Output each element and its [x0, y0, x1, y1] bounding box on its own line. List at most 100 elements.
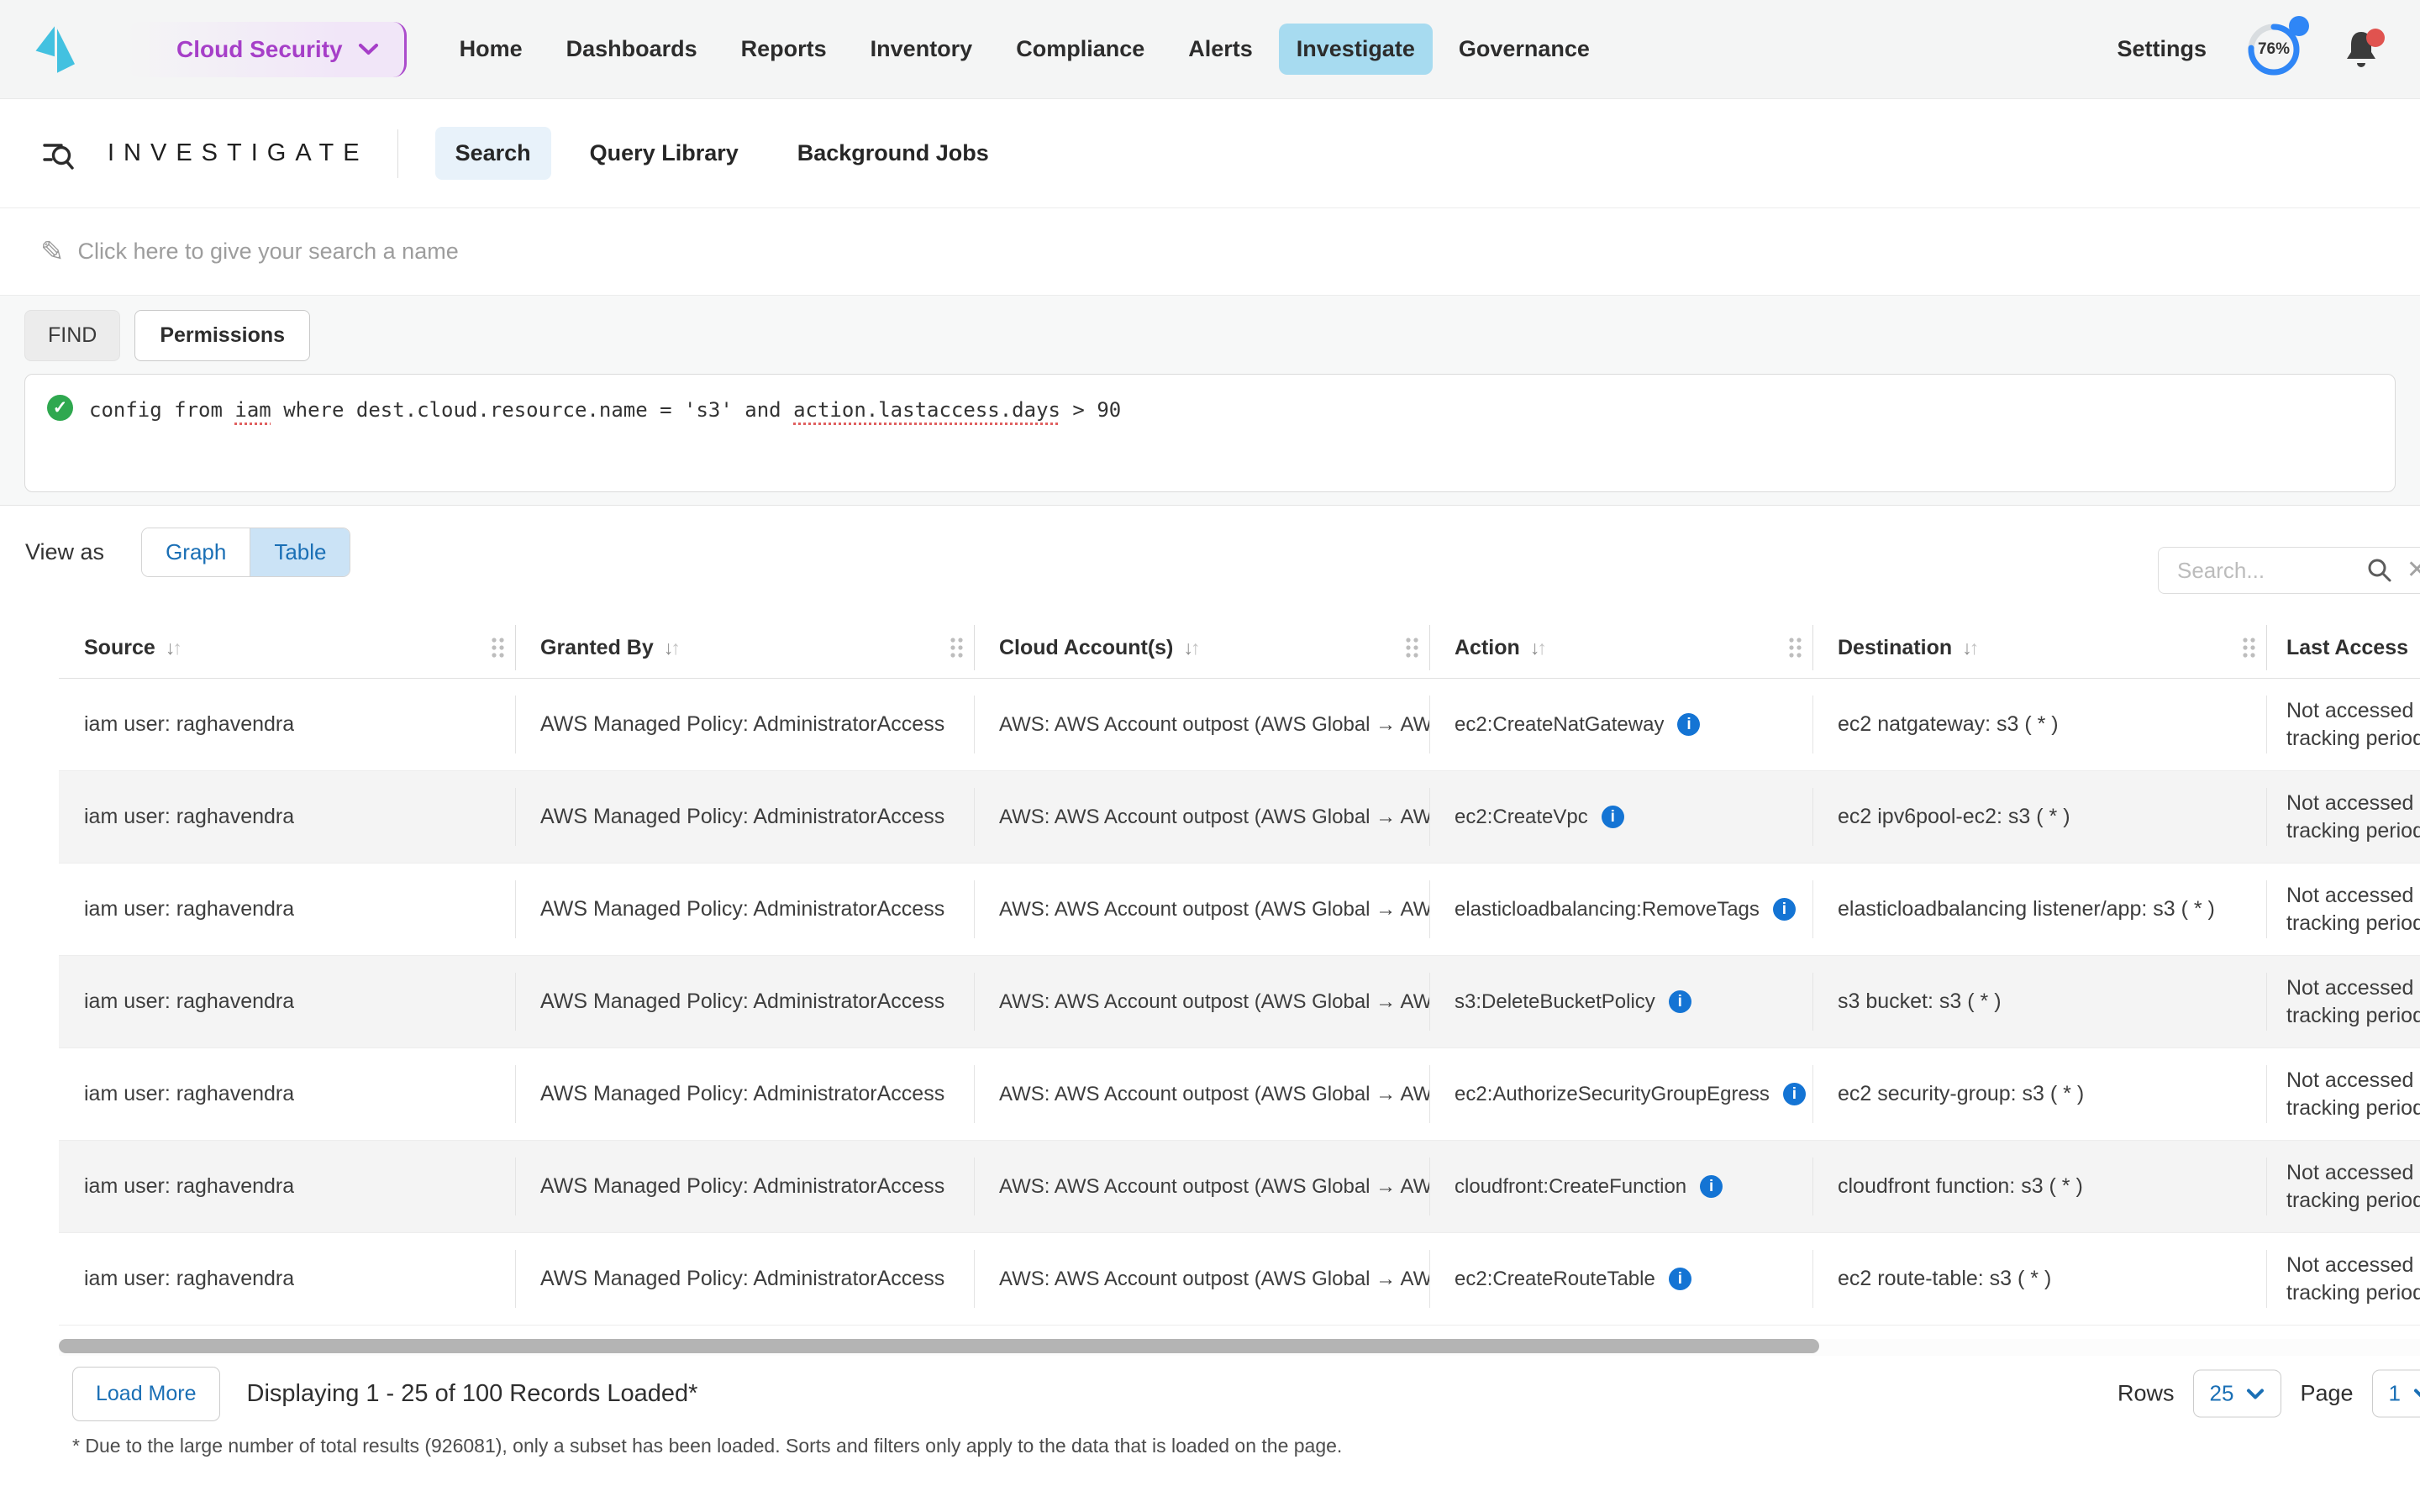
cell-text: s3:DeleteBucketPolicy — [1455, 990, 1655, 1014]
sort-icon[interactable]: ↓↑ — [664, 637, 678, 659]
nav-item-inventory[interactable]: Inventory — [853, 24, 991, 75]
app-switcher[interactable]: Cloud Security — [126, 22, 407, 77]
search-icon[interactable] — [2366, 557, 2393, 584]
sort-icon[interactable]: ↓↑ — [1962, 637, 1976, 659]
sort-icon[interactable]: ↓↑ — [1530, 637, 1544, 659]
module-bar: INVESTIGATE Search Query Library Backgroun… — [0, 99, 2420, 208]
rows-per-page-select[interactable]: 25 — [2193, 1370, 2282, 1418]
cell-granted-by: AWS Managed Policy: AdministratorAccess — [515, 679, 974, 770]
notifications-button[interactable] — [2343, 29, 2381, 71]
sort-down-arrow: ↓ — [664, 637, 671, 659]
cell-text: AWS: AWS Account outpost (AWS Global → A… — [999, 1083, 1429, 1106]
permissions-chip[interactable]: Permissions — [134, 310, 310, 361]
tab-background-jobs[interactable]: Background Jobs — [777, 127, 1009, 180]
chevron-down-icon — [2246, 1388, 2265, 1399]
top-nav: HomeDashboardsReportsInventoryCompliance… — [442, 24, 1607, 75]
cell-text: AWS Managed Policy: AdministratorAccess — [540, 897, 944, 921]
view-toggle-graph[interactable]: Graph — [142, 528, 250, 576]
column-header-destination[interactable]: Destination ↓↑ — [1812, 617, 2266, 678]
info-icon[interactable]: i — [1602, 806, 1624, 828]
table-row[interactable]: iam user: raghavendraAWS Managed Policy:… — [59, 1141, 2420, 1233]
info-icon[interactable]: i — [1700, 1175, 1723, 1198]
clear-search-icon[interactable]: ✕ — [2407, 558, 2420, 583]
page-label: Page — [2300, 1381, 2353, 1407]
cell-text: AWS: AWS Account outpost (AWS Global → A… — [999, 1175, 1429, 1199]
nav-item-home[interactable]: Home — [442, 24, 540, 75]
column-label: Destination — [1838, 636, 1952, 660]
table-search-input[interactable] — [2164, 558, 2353, 584]
nav-item-reports[interactable]: Reports — [723, 24, 844, 75]
column-header-cloud-account-s[interactable]: Cloud Account(s)↓↑ — [974, 617, 1429, 678]
cell-text: Not accessed in the tracking period — [2286, 1159, 2420, 1215]
sort-icon[interactable]: ↓↑ — [166, 637, 180, 659]
table-row[interactable]: iam user: raghavendra AWS Managed Policy:… — [59, 771, 2420, 864]
cell-action: s3:DeleteBucketPolicy i — [1429, 956, 1812, 1047]
results-section: View as GraphTable ✕ Source↓↑ Granted By… — [0, 506, 2420, 1512]
table-row[interactable]: iam user: raghavendraAWS Managed Policy:… — [59, 1048, 2420, 1141]
cell-text: Not accessed in the tracking period — [2286, 697, 2420, 753]
column-header-granted-by[interactable]: Granted By↓↑ — [515, 617, 974, 678]
nav-item-compliance[interactable]: Compliance — [998, 24, 1162, 75]
cell-action: ec2:CreateVpc i — [1429, 771, 1812, 863]
module-title: INVESTIGATE — [108, 139, 369, 167]
usage-ring[interactable]: 76% — [2245, 21, 2302, 78]
info-icon[interactable]: i — [1783, 1083, 1806, 1105]
column-drag-handle-icon[interactable] — [1403, 636, 1421, 660]
column-drag-handle-icon[interactable] — [489, 636, 507, 660]
cell-destination: ec2 natgateway: s3 ( * ) — [1812, 679, 2266, 770]
cell-text: AWS: AWS Account outpost (AWS Global → A… — [999, 713, 1429, 737]
cell-text: AWS Managed Policy: AdministratorAccess — [540, 1174, 944, 1199]
cell-text: ec2:CreateVpc — [1455, 806, 1588, 829]
load-more-button[interactable]: Load More — [72, 1367, 220, 1421]
find-label-chip: FIND — [24, 310, 120, 361]
info-icon[interactable]: i — [1669, 1268, 1691, 1290]
search-name-field[interactable]: ✎ Click here to give your search a name — [0, 208, 2420, 296]
query-text: config from iam where dest.cloud.resourc… — [89, 396, 1121, 424]
nav-item-alerts[interactable]: Alerts — [1171, 24, 1270, 75]
search-name-placeholder: Click here to give your search a name — [78, 239, 459, 265]
view-toggle: GraphTable — [141, 528, 350, 577]
table-row[interactable]: iam user: raghavendraAWS Managed Policy:… — [59, 679, 2420, 771]
cell-source: iam user: raghavendra — [59, 679, 515, 770]
horizontal-scrollbar-thumb[interactable] — [59, 1339, 1819, 1353]
info-icon[interactable]: i — [1677, 713, 1700, 736]
column-drag-handle-icon[interactable] — [948, 636, 965, 660]
horizontal-scrollbar — [59, 1339, 2420, 1356]
cell-cloud-accounts: AWS: AWS Account outpost (AWS Global → A… — [974, 1048, 1429, 1140]
cell-cloud-accounts: AWS: AWS Account outpost (AWS Global → A… — [974, 864, 1429, 955]
info-icon[interactable]: i — [1669, 990, 1691, 1013]
table-row[interactable]: iam user: raghavendraAWS Managed Policy:… — [59, 956, 2420, 1048]
settings-button[interactable]: Settings — [2117, 36, 2207, 62]
cell-action: elasticloadbalancing:RemoveTagsi — [1429, 864, 1812, 955]
nav-item-investigate[interactable]: Investigate — [1279, 24, 1433, 75]
table-footer: Load More Displaying 1 - 25 of 100 Recor… — [0, 1366, 2420, 1421]
column-header-source[interactable]: Source↓↑ — [59, 617, 515, 678]
sort-icon[interactable]: ↓↑ — [1183, 637, 1197, 659]
tab-query-library[interactable]: Query Library — [570, 127, 759, 180]
column-drag-handle-icon[interactable] — [2240, 636, 2258, 660]
table-body: iam user: raghavendraAWS Managed Policy:… — [59, 679, 2420, 1326]
cell-last-access: Not accessed in the tracking period — [2266, 679, 2420, 770]
rows-per-page-value: 25 — [2210, 1381, 2234, 1407]
query-editor[interactable]: ✓ config from iam where dest.cloud.resou… — [24, 374, 2396, 492]
view-toggle-table[interactable]: Table — [250, 528, 350, 576]
column-drag-handle-icon[interactable] — [1786, 636, 1804, 660]
cell-text: AWS Managed Policy: AdministratorAccess — [540, 990, 944, 1014]
edit-pencil-icon: ✎ — [40, 238, 65, 266]
query-segment: action.lastaccess.days — [793, 398, 1060, 422]
cell-last-access: Not accessed in the tracking period — [2266, 956, 2420, 1047]
nav-item-governance[interactable]: Governance — [1441, 24, 1607, 75]
nav-item-dashboards[interactable]: Dashboards — [549, 24, 715, 75]
cell-text: AWS: AWS Account outpost (AWS Global → A… — [999, 898, 1429, 921]
cell-granted-by: AWS Managed Policy: AdministratorAccess — [515, 771, 974, 863]
cell-text: iam user: raghavendra — [84, 805, 294, 829]
column-header-last-access[interactable]: Last Access↓↑ — [2266, 617, 2420, 678]
cell-cloud-accounts: AWS: AWS Account outpost (AWS Global → A… — [974, 956, 1429, 1047]
info-icon[interactable]: i — [1773, 898, 1796, 921]
table-row[interactable]: iam user: raghavendraAWS Managed Policy:… — [59, 1233, 2420, 1326]
table-row[interactable]: iam user: raghavendraAWS Managed Policy:… — [59, 864, 2420, 956]
cell-action: ec2:AuthorizeSecurityGroupEgressi — [1429, 1048, 1812, 1140]
column-header-action[interactable]: Action↓↑ — [1429, 617, 1812, 678]
page-select[interactable]: 1 — [2372, 1370, 2420, 1418]
tab-search[interactable]: Search — [435, 127, 551, 180]
